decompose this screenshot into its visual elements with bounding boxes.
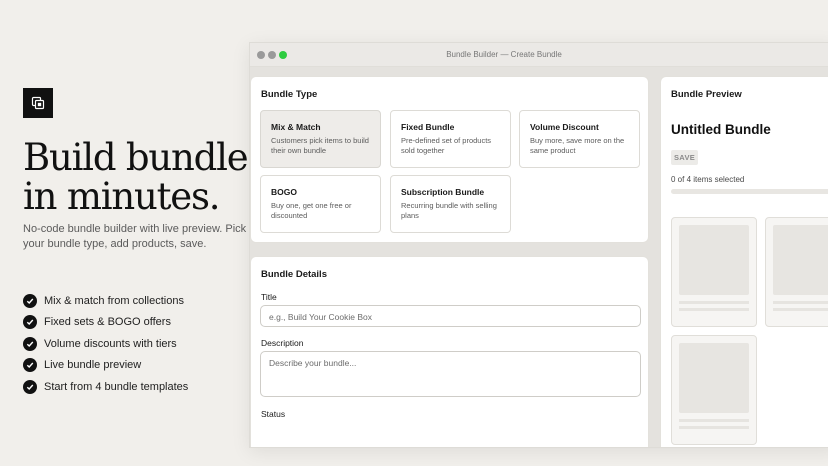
window-title: Bundle Builder — Create Bundle <box>446 50 562 59</box>
option-description: Pre-defined set of products sold togethe… <box>401 136 492 155</box>
product-image-placeholder <box>773 225 828 295</box>
bundle-type-option-mix-match[interactable]: Mix & Match Customers pick items to buil… <box>260 110 381 168</box>
feature-item: Mix & match from collections <box>23 290 188 312</box>
bundle-type-option-fixed[interactable]: Fixed Bundle Pre-defined set of products… <box>390 110 511 168</box>
option-title: Fixed Bundle <box>401 122 455 132</box>
bundle-preview-panel: Bundle Preview Untitled Bundle SAVE 0 of… <box>660 76 828 447</box>
feature-item: Fixed sets & BOGO offers <box>23 312 188 334</box>
checkmark-icon <box>23 358 37 373</box>
checkmark-icon <box>23 379 37 394</box>
option-title: BOGO <box>271 187 297 197</box>
bundle-icon <box>31 96 45 110</box>
window-titlebar: Bundle Builder — Create Bundle <box>250 43 828 67</box>
headline-line-1: Build bundles <box>23 136 266 179</box>
checkmark-icon <box>23 293 37 308</box>
headline-line-2: in minutes. <box>23 175 221 218</box>
option-title: Mix & Match <box>271 122 321 132</box>
option-description: Customers pick items to build their own … <box>271 136 369 155</box>
product-slot[interactable] <box>671 335 757 445</box>
product-name-placeholder <box>773 301 828 304</box>
bundle-preview-heading: Bundle Preview <box>671 89 742 100</box>
checkmark-icon <box>23 336 37 351</box>
product-price-placeholder <box>679 308 749 311</box>
product-image-placeholder <box>679 225 749 295</box>
preview-bundle-name: Untitled Bundle <box>671 122 771 137</box>
feature-label: Live bundle preview <box>44 359 142 372</box>
product-slot[interactable] <box>765 217 828 327</box>
option-description: Recurring bundle with selling plans <box>401 201 497 220</box>
option-title: Subscription Bundle <box>401 187 485 197</box>
items-selected-count: 0 of 4 items selected <box>671 175 745 184</box>
feature-list: Mix & match from collections Fixed sets … <box>23 290 188 398</box>
product-name-placeholder <box>679 419 749 422</box>
product-name-placeholder <box>679 301 749 304</box>
title-input[interactable]: e.g., Build Your Cookie Box <box>260 305 641 327</box>
feature-label: Start from 4 bundle templates <box>44 380 189 393</box>
selection-progress-bar <box>671 189 828 194</box>
bundle-type-panel: Bundle Type Mix & Match Customers pick i… <box>250 76 649 243</box>
save-badge: SAVE <box>671 150 699 165</box>
feature-item: Volume discounts with tiers <box>23 333 188 355</box>
status-label: Status <box>261 409 286 419</box>
bundle-type-option-volume[interactable]: Volume Discount Buy more, save more on t… <box>519 110 640 168</box>
option-description: Buy more, save more on the same product <box>530 136 625 155</box>
bundle-details-panel: Bundle Details Title e.g., Build Your Co… <box>250 256 649 447</box>
product-image-placeholder <box>679 343 749 413</box>
bundle-details-heading: Bundle Details <box>261 269 327 280</box>
checkmark-icon <box>23 315 37 330</box>
feature-label: Fixed sets & BOGO offers <box>44 316 171 329</box>
product-slot[interactable] <box>671 217 757 327</box>
description-label: Description <box>261 338 304 348</box>
feature-item: Live bundle preview <box>23 355 188 377</box>
app-logo <box>23 88 53 118</box>
bundle-type-option-bogo[interactable]: BOGO Buy one, get one free or discounted <box>260 175 381 233</box>
product-price-placeholder <box>679 426 749 429</box>
feature-label: Mix & match from collections <box>44 294 184 307</box>
hero-headline: Build bundles in minutes. <box>23 136 266 218</box>
hero-subcopy: No-code bundle builder with live preview… <box>23 223 247 250</box>
feature-item: Start from 4 bundle templates <box>23 376 188 398</box>
app-window: Bundle Builder — Create Bundle Bundle Ty… <box>249 42 828 448</box>
bundle-type-heading: Bundle Type <box>261 89 318 100</box>
product-price-placeholder <box>773 308 828 311</box>
bundle-type-option-subscription[interactable]: Subscription Bundle Recurring bundle wit… <box>390 175 511 233</box>
option-description: Buy one, get one free or discounted <box>271 201 352 220</box>
option-title: Volume Discount <box>530 122 599 132</box>
title-label: Title <box>261 292 277 302</box>
feature-label: Volume discounts with tiers <box>44 337 177 350</box>
description-textarea[interactable]: Describe your bundle... <box>260 351 641 397</box>
